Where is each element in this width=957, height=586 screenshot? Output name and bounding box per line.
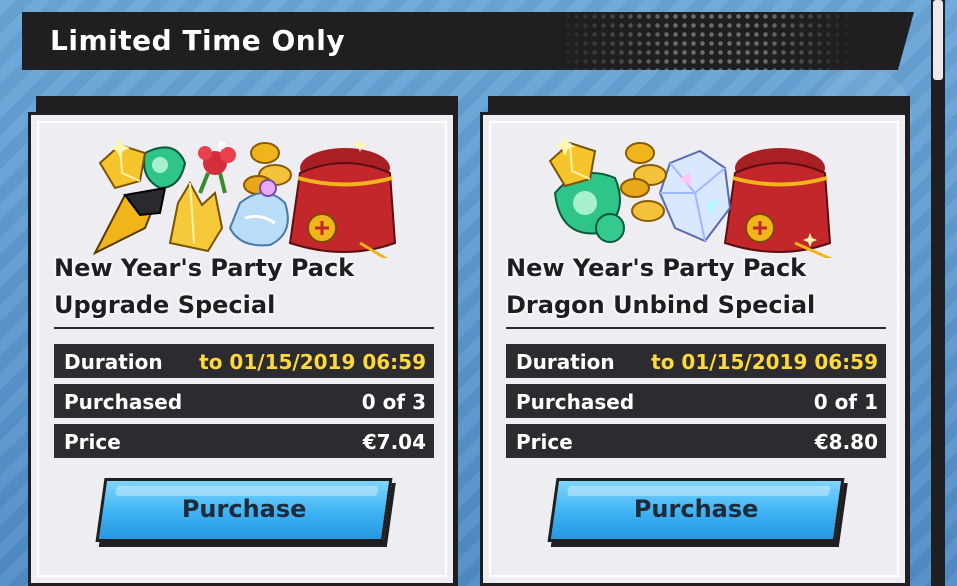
scrollbar-thumb[interactable] — [933, 0, 943, 80]
price-value: €8.80 — [814, 430, 878, 454]
divider — [506, 327, 886, 329]
gold-crystal-cluster-icon — [168, 180, 224, 253]
duration-label: Duration — [516, 350, 615, 374]
duration-label: Duration — [64, 350, 163, 374]
purchased-row: Purchased 0 of 3 — [54, 384, 434, 418]
duration-row: Duration to 01/15/2019 06:59 — [54, 344, 434, 378]
purchase-button-label: Purchase — [181, 495, 307, 523]
duration-row: Duration to 01/15/2019 06:59 — [506, 344, 886, 378]
price-row: Price €7.04 — [54, 424, 434, 458]
purchase-button-label: Purchase — [633, 495, 759, 523]
gold-crystal-icon — [548, 141, 597, 188]
red-treasure-bag-icon — [723, 148, 833, 258]
purchase-button[interactable]: Purchase — [547, 478, 845, 542]
divider — [54, 327, 434, 329]
header-dot-pattern — [554, 12, 854, 70]
price-label: Price — [64, 430, 121, 454]
pack-title-line2: Dragon Unbind Special — [506, 291, 816, 319]
pack-art-upgrade — [92, 138, 397, 258]
purchase-button[interactable]: Purchase — [95, 478, 393, 542]
pack-art-dragon-unbind — [548, 136, 833, 258]
section-title: Limited Time Only — [50, 24, 346, 57]
duration-value: to 01/15/2019 06:59 — [199, 350, 426, 374]
price-value: €7.04 — [362, 430, 426, 454]
duration-value: to 01/15/2019 06:59 — [651, 350, 878, 374]
price-label: Price — [516, 430, 573, 454]
black-gold-horn-icon — [92, 186, 167, 256]
purchased-label: Purchased — [64, 390, 183, 414]
red-flower-icon — [198, 141, 236, 194]
pack-title-line1: New Year's Party Pack — [54, 254, 355, 282]
rainbow-diamond-icon — [658, 149, 732, 243]
pack-title-line2: Upgrade Special — [54, 291, 276, 319]
gold-coins-icon — [620, 142, 667, 222]
purchased-value: 0 of 3 — [361, 390, 426, 414]
red-treasure-bag-icon — [288, 148, 397, 258]
purchased-value: 0 of 1 — [813, 390, 878, 414]
section-header: Limited Time Only — [22, 12, 914, 70]
price-row: Price €8.80 — [506, 424, 886, 458]
pack-title-line1: New Year's Party Pack — [506, 254, 807, 282]
purchased-row: Purchased 0 of 1 — [506, 384, 886, 418]
scrollbar-track[interactable] — [931, 0, 945, 586]
purchased-label: Purchased — [516, 390, 635, 414]
green-dragon-orb-icon — [143, 146, 187, 190]
